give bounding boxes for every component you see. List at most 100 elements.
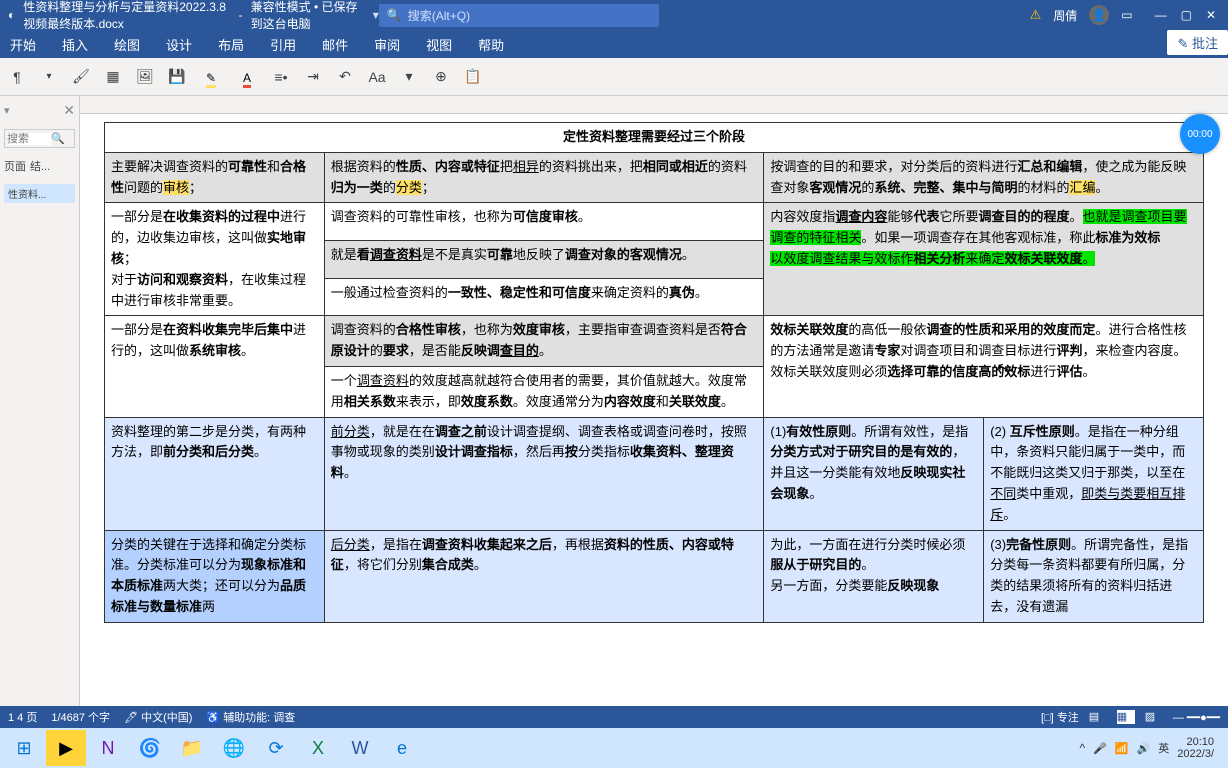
lang-indicator[interactable]: 🖊 中文(中国) <box>124 709 192 725</box>
table-cell: 内容效度指调查内容能够代表它所要调查目的的程度。也就是调查项目要调查的特征相关。… <box>764 203 1204 316</box>
close-icon[interactable]: ✕ <box>1206 8 1216 22</box>
tab-layout[interactable]: 布局 <box>212 31 250 58</box>
taskbar-app[interactable]: ⟳ <box>256 730 296 766</box>
doc-mode: 兼容性模式 • 已保存到这台电脑 <box>251 0 365 32</box>
table-header: 定性资料整理需要经过三个阶段 <box>105 123 1204 153</box>
taskbar-edge[interactable]: e <box>382 730 422 766</box>
tab-draw[interactable]: 绘图 <box>108 31 146 58</box>
dropdown2-icon[interactable]: ▾ <box>398 66 420 88</box>
indent-icon[interactable]: ⇥ <box>302 66 324 88</box>
bullets-icon[interactable]: ≡• <box>270 66 292 88</box>
save-icon[interactable]: 💾 <box>166 66 188 88</box>
nav-search-input[interactable] <box>7 133 51 145</box>
highlight-color-button[interactable]: ✎ <box>198 66 224 88</box>
table-cell: 一个调查资料的效度越高就越符合使用者的需要，其价值就越大。效度常用相关系数来表示… <box>324 366 764 417</box>
nav-tab-pages[interactable]: 页面 <box>4 158 26 174</box>
nav-search[interactable]: 🔍 <box>4 129 75 148</box>
table-cell: (1)有效性原则。所谓有效性，是指分类方式对于研究目的是有效的，并且这一分类能有… <box>764 417 984 530</box>
wifi-icon[interactable]: 📶 <box>1115 742 1129 755</box>
table-cell: 后分类，是指在调查资料收集起来之后，再根据资料的性质、内容或特征，将它们分别集合… <box>324 530 764 622</box>
web-layout-icon[interactable]: ▨ <box>1145 710 1163 724</box>
autosave-toggle[interactable]: ◐ <box>8 8 15 22</box>
search-icon[interactable]: 🔍 <box>51 132 65 145</box>
taskbar-explorer[interactable]: 📁 <box>172 730 212 766</box>
title-bar: ◐ 性资料整理与分析与定量资料2022.3.8视频最终版本.docx - 兼容性… <box>0 0 1228 30</box>
tab-mailings[interactable]: 邮件 <box>316 31 354 58</box>
print-layout-icon[interactable]: ▦ <box>1117 710 1135 724</box>
word-count[interactable]: 1/4687 个字 <box>51 709 110 725</box>
font-case-icon[interactable]: Aa <box>366 66 388 88</box>
search-box[interactable]: 🔍 搜索(Alt+Q) <box>379 4 659 27</box>
tab-design[interactable]: 设计 <box>160 31 198 58</box>
read-mode-icon[interactable]: ▤ <box>1089 710 1107 724</box>
ruler[interactable] <box>80 96 1228 114</box>
comments-button[interactable]: ✎ 批注 <box>1167 30 1228 55</box>
clipboard-icon[interactable]: 📋 <box>462 66 484 88</box>
pane-close-icon[interactable]: ✕ <box>63 102 75 119</box>
status-bar: 1 4 页 1/4687 个字 🖊 中文(中国) ♿ 辅助功能: 调查 [□] … <box>0 706 1228 728</box>
document-area[interactable]: 00:00 ↖ 定性资料整理需要经过三个阶段 主要解决调查资料的可靠性和合格性问… <box>80 96 1228 706</box>
page-count[interactable]: 1 4 页 <box>8 709 37 725</box>
recording-timer[interactable]: 00:00 <box>1180 114 1220 154</box>
start-button[interactable]: ⊞ <box>4 730 44 766</box>
table-cell: 分类的关键在于选择和确定分类标准。分类标准可以分为现象标准和本质标准两大类；还可… <box>105 530 325 622</box>
tab-review[interactable]: 审阅 <box>368 31 406 58</box>
table-cell: 一部分是在资料收集完毕后集中进行的，这叫做系统审核。 <box>105 316 325 417</box>
taskbar-onenote[interactable]: N <box>88 730 128 766</box>
table-cell: 一部分是在收集资料的过程中进行的，边收集边审核，这叫做实地审核；对于访问和观察资… <box>105 203 325 316</box>
table-cell: (3)完备性原则。所谓完备性，是指分类每一条资料都要有所归属，分类的结果须将所有… <box>984 530 1204 622</box>
search-placeholder: 搜索(Alt+Q) <box>408 7 470 24</box>
taskbar-browser[interactable]: 🌐 <box>214 730 254 766</box>
tab-help[interactable]: 帮助 <box>472 31 510 58</box>
document-table: 定性资料整理需要经过三个阶段 主要解决调查资料的可靠性和合格性问题的审核； 根据… <box>104 122 1204 623</box>
minimize-icon[interactable]: — <box>1155 8 1167 22</box>
tab-home[interactable]: 开始 <box>4 31 42 58</box>
doc-title: 性资料整理与分析与定量资料2022.3.8视频最终版本.docx <box>23 0 230 32</box>
user-name: 周倩 <box>1053 7 1077 24</box>
nav-doc-item[interactable]: 性资料... <box>4 184 75 203</box>
ribbon-tabs: 开始 插入 绘图 设计 布局 引用 邮件 审阅 视图 帮助 ✎ 批注 <box>0 30 1228 58</box>
tab-view[interactable]: 视图 <box>420 31 458 58</box>
table-cell: 调查资料的可靠性审核，也称为可信度审核。 <box>324 203 764 241</box>
volume-icon[interactable]: 🔊 <box>1137 742 1151 755</box>
pane-menu-icon[interactable]: ▾ <box>4 104 10 117</box>
accessibility[interactable]: ♿ 辅助功能: 调查 <box>206 709 295 725</box>
paragraph-mark-icon[interactable]: ¶ <box>6 66 28 88</box>
undo-icon[interactable]: ↶ <box>334 66 356 88</box>
tab-references[interactable]: 引用 <box>264 31 302 58</box>
nav-tab-results[interactable]: 结... <box>30 158 50 174</box>
picture-icon[interactable]: 🖼 <box>134 66 156 88</box>
tab-insert[interactable]: 插入 <box>56 31 94 58</box>
ime-indicator[interactable]: 英 <box>1158 740 1169 756</box>
warning-icon[interactable]: ⚠ <box>1030 7 1042 23</box>
table-cell: 就是看调查资料是不是真实可靠地反映了调查对象的客观情况。 <box>324 241 764 279</box>
zoom-slider[interactable]: — ━━●━━ <box>1173 711 1220 724</box>
table-cell: 按调查的目的和要求，对分类后的资料进行汇总和编辑，使之成为能反映查对象客观情况的… <box>764 152 1204 203</box>
maximize-icon[interactable]: ▢ <box>1181 8 1192 22</box>
format-painter-icon[interactable]: 🖌 <box>70 66 92 88</box>
avatar-icon[interactable]: 👤 <box>1089 5 1109 25</box>
dropdown-icon[interactable]: ▾ <box>38 66 60 88</box>
clock-time[interactable]: 20:10 <box>1177 736 1214 748</box>
taskbar-app[interactable]: ▶ <box>46 730 86 766</box>
clock-date[interactable]: 2022/3/ <box>1177 748 1214 760</box>
ribbon-mode-icon[interactable]: ▭ <box>1121 8 1132 22</box>
ribbon-toolbar: ¶ ▾ 🖌 ▦ 🖼 💾 ✎ A ≡• ⇥ ↶ Aa ▾ ⊕ 📋 <box>0 58 1228 96</box>
table-cell: 前分类，就是在在调查之前设计调查提纲、调查表格或调查问卷时，按照事物或现象的类别… <box>324 417 764 530</box>
taskbar: ⊞ ▶ N 🌀 📁 🌐 ⟳ X W e ^ 🎤 📶 🔊 英 20:10 2022… <box>0 728 1228 768</box>
insert-icon[interactable]: ⊕ <box>430 66 452 88</box>
taskbar-word[interactable]: W <box>340 730 380 766</box>
mic-icon[interactable]: 🎤 <box>1093 742 1107 755</box>
font-color-button[interactable]: A <box>234 66 260 88</box>
navigation-pane: ▾ ✕ 🔍 页面 结... 性资料... <box>0 96 80 706</box>
table-cell: 一般通过检查资料的一致性、稳定性和可信度来确定资料的真伪。 <box>324 278 764 316</box>
table-icon[interactable]: ▦ <box>102 66 124 88</box>
taskbar-excel[interactable]: X <box>298 730 338 766</box>
table-cell: 根据资料的性质、内容或特征把相异的资料挑出来，把相同或相近的资料归为一类的分类； <box>324 152 764 203</box>
taskbar-app[interactable]: 🌀 <box>130 730 170 766</box>
tray-expand-icon[interactable]: ^ <box>1080 741 1086 755</box>
focus-mode[interactable]: [□] 专注 <box>1041 709 1079 725</box>
table-cell: 主要解决调查资料的可靠性和合格性问题的审核； <box>105 152 325 203</box>
table-cell: 资料整理的第二步是分类，有两种方法，即前分类和后分类。 <box>105 417 325 530</box>
search-icon: 🔍 <box>387 8 402 22</box>
